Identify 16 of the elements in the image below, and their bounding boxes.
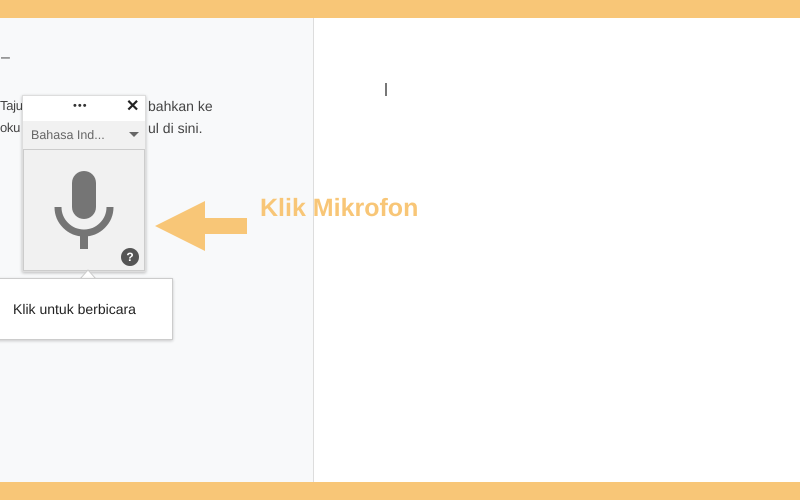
- panel-text: ul di sini.: [148, 119, 202, 138]
- help-icon[interactable]: ?: [121, 248, 139, 266]
- panel-text: bahkan ke: [148, 97, 213, 116]
- panel-text: oku: [0, 119, 20, 137]
- caret-icon: [129, 132, 139, 138]
- dash-mark: –: [1, 48, 10, 68]
- more-icon[interactable]: •••: [73, 98, 88, 114]
- microphone-icon: [52, 171, 116, 249]
- text-cursor: [385, 83, 387, 96]
- annotation-text: Klik Mikrofon: [260, 193, 418, 224]
- microphone-button[interactable]: ?: [23, 149, 145, 271]
- tooltip: Klik untuk berbicara: [0, 278, 173, 340]
- panel-text: Taju: [0, 97, 23, 115]
- close-button[interactable]: ✕: [126, 97, 139, 117]
- language-dropdown[interactable]: Bahasa Ind...: [23, 121, 145, 149]
- arrow-icon: [155, 201, 247, 251]
